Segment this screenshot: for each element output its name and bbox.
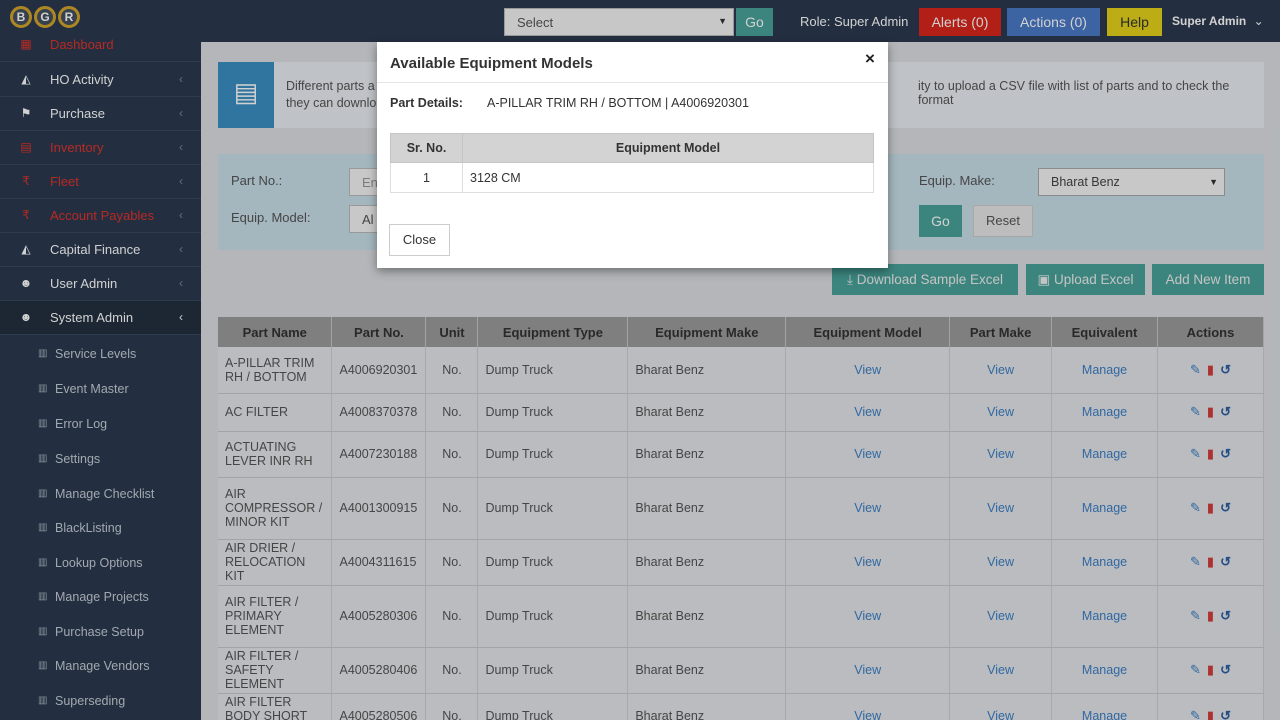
close-icon[interactable]: ×: [865, 49, 875, 69]
equipment-model-cell: 3128 CM: [462, 162, 874, 193]
equipment-models-modal: Available Equipment Models × Part Detail…: [377, 42, 888, 268]
part-details-label: Part Details:: [390, 96, 463, 110]
modal-divider: [377, 82, 888, 83]
table-row: 1 3128 CM: [390, 162, 874, 193]
col-header-equipment-model: Equipment Model: [462, 133, 874, 163]
equipment-models-table: Sr. No. Equipment Model 1 3128 CM: [390, 133, 874, 193]
modal-table-header-row: Sr. No. Equipment Model: [390, 133, 874, 163]
modal-title: Available Equipment Models: [390, 55, 593, 72]
close-button[interactable]: Close: [389, 224, 450, 256]
sr-no-cell: 1: [390, 162, 463, 193]
part-details-value: A-PILLAR TRIM RH / BOTTOM | A4006920301: [487, 96, 749, 110]
col-header-sr-no: Sr. No.: [390, 133, 463, 163]
